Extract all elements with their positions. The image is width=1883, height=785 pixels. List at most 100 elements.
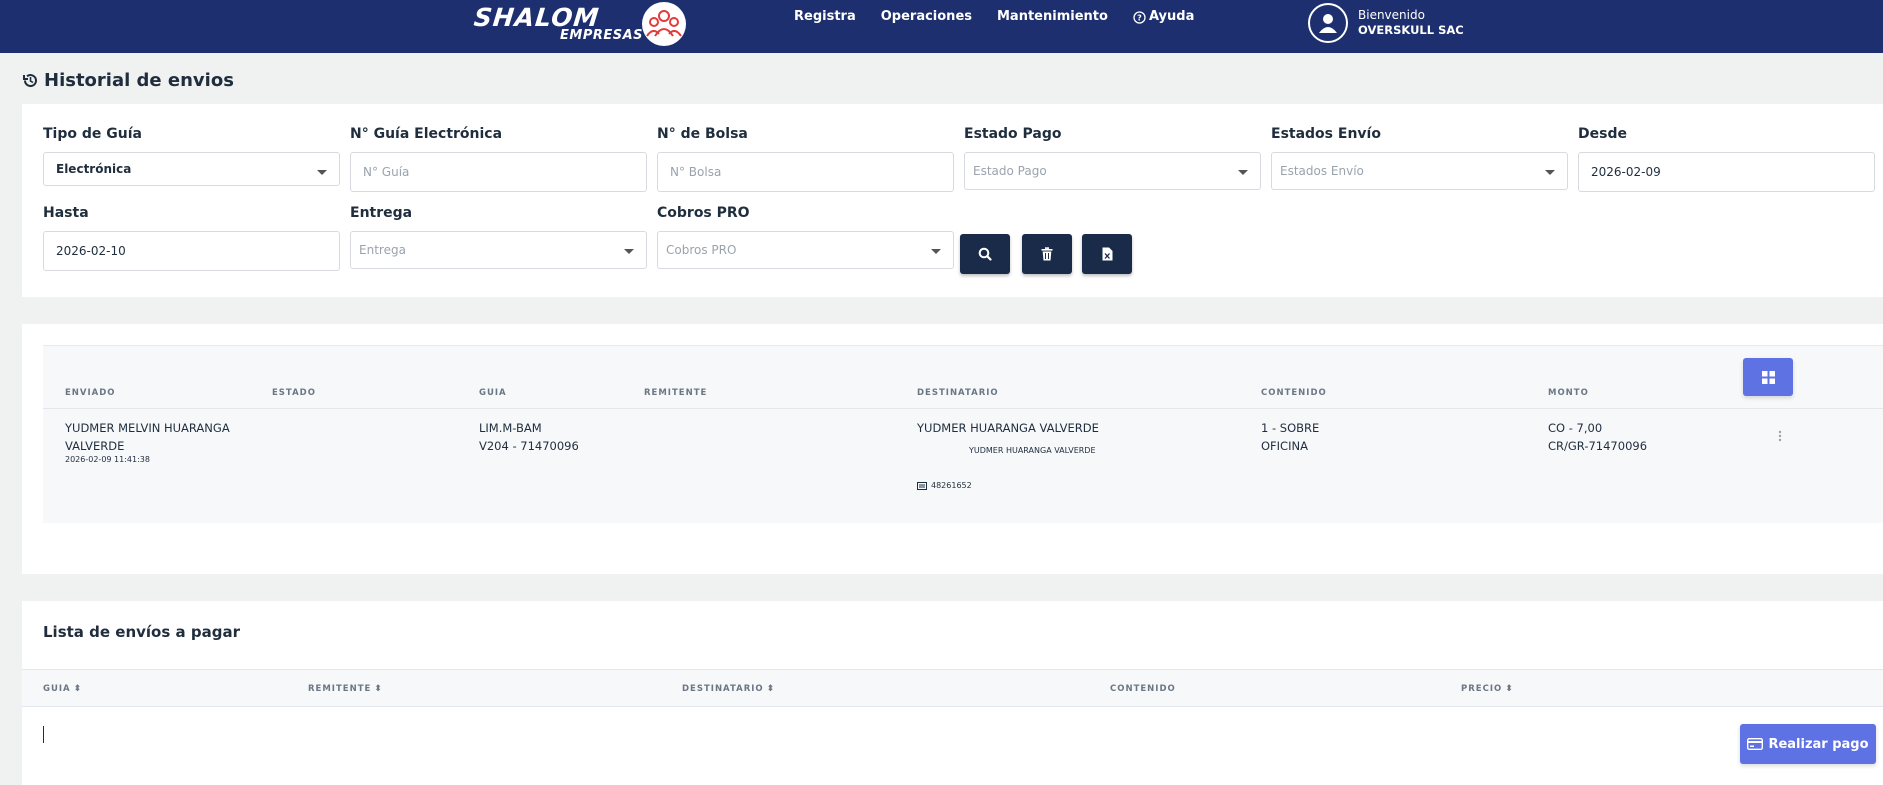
desde-label: Desde: [1578, 126, 1627, 142]
col-remitente: REMITENTE: [644, 388, 708, 398]
user-avatar-icon: [1308, 3, 1348, 43]
destinatario-doc: 48261652: [917, 477, 1099, 495]
nav-registra[interactable]: Registra: [794, 10, 856, 24]
filter-estado-pago: Estado Pago Estado Pago: [964, 126, 1261, 190]
col-pagar-remitente-label: REMITENTE: [308, 684, 372, 694]
nav-links: Registra Operaciones Mantenimiento ? Ayu…: [794, 10, 1194, 24]
col-pagar-precio[interactable]: PRECIO ⬍: [1461, 684, 1514, 694]
estado-pago-select[interactable]: Estado Pago: [964, 152, 1261, 190]
nav-ayuda-label: Ayuda: [1148, 9, 1195, 24]
destinatario-sub: YUDMER HUARANGA VALVERDE: [969, 446, 1096, 455]
tipo-guia-label: Tipo de Guía: [43, 126, 142, 142]
search-button[interactable]: [960, 234, 1010, 274]
monto-line2: CR/GR-71470096: [1548, 439, 1648, 453]
grid-view-button[interactable]: [1743, 358, 1793, 396]
enviado-name-line1: YUDMER MELVIN HUARANGA: [65, 421, 230, 435]
clear-button[interactable]: [1022, 234, 1072, 274]
filter-hasta: Hasta 2026-02-10: [43, 205, 340, 271]
col-pagar-guia-label: GUIA: [43, 684, 71, 694]
top-navbar: SHALOM EMPRESAS Registra Operaciones Man…: [0, 0, 1883, 53]
entrega-label: Entrega: [350, 205, 413, 221]
entrega-select[interactable]: Entrega: [350, 231, 647, 269]
estados-envio-label: Estados Envío: [1271, 126, 1381, 142]
pagar-title: Lista de envíos a pagar: [43, 623, 240, 641]
realizar-pago-label: Realizar pago: [1768, 736, 1869, 752]
contenido-line1: 1 - SOBRE: [1261, 421, 1320, 435]
people-logo-icon: [642, 2, 686, 46]
col-destinatario: DESTINATARIO: [917, 388, 999, 398]
pagar-table-header: GUIA ⬍ REMITENTE ⬍ DESTINATARIO ⬍ CONTEN…: [22, 669, 1883, 707]
hasta-date-input[interactable]: 2026-02-10: [43, 231, 340, 271]
user-menu[interactable]: Bienvenido OVERSKULL SAC: [1308, 3, 1464, 43]
col-monto: MONTO: [1548, 388, 1589, 398]
tipo-guia-select[interactable]: Electrónica: [43, 152, 340, 186]
shalom-logo[interactable]: SHALOM EMPRESAS: [472, 2, 689, 48]
col-pagar-contenido-label: CONTENIDO: [1110, 684, 1176, 694]
history-icon: [23, 74, 37, 88]
nav-ayuda[interactable]: ? Ayuda: [1133, 10, 1194, 24]
bolsa-label: N° de Bolsa: [657, 126, 748, 142]
envios-card: ENVIADO ESTADO GUIA REMITENTE DESTINATAR…: [22, 324, 1883, 574]
trash-icon: [1041, 247, 1053, 261]
page-title-text: Historial de envios: [44, 70, 234, 91]
guia-line2: V204 - 71470096: [479, 439, 579, 453]
user-info: Bienvenido OVERSKULL SAC: [1358, 8, 1464, 38]
grid-icon: [1761, 370, 1775, 384]
page-title: Historial de envios: [22, 70, 234, 91]
filter-bolsa: N° de Bolsa N° Bolsa: [657, 126, 954, 192]
welcome-text: Bienvenido: [1358, 8, 1425, 22]
estados-envio-select[interactable]: Estados Envío: [1271, 152, 1568, 190]
enviado-date: 2026-02-09 11:41:38: [65, 455, 150, 464]
filter-tipo-guia: Tipo de Guía Electrónica: [43, 126, 340, 186]
destinatario-doc-number: 48261652: [931, 481, 972, 490]
filter-guia-electronica: N° Guía Electrónica N° Guía: [350, 126, 647, 192]
hasta-label: Hasta: [43, 205, 89, 221]
cell-guia: LIM.M-BAM V204 - 71470096: [479, 419, 579, 455]
guia-electronica-input[interactable]: N° Guía: [350, 152, 647, 192]
col-estado: ESTADO: [272, 388, 316, 398]
row-actions-kebab-icon[interactable]: [1778, 430, 1782, 442]
text-cursor: [43, 726, 44, 743]
id-card-icon: [917, 482, 927, 490]
estado-pago-label: Estado Pago: [964, 126, 1062, 142]
col-pagar-remitente[interactable]: REMITENTE ⬍: [308, 684, 383, 694]
sort-icon: ⬍: [374, 684, 383, 694]
cell-enviado: YUDMER MELVIN HUARANGA VALVERDE 2026-02-…: [65, 419, 230, 465]
nav-operaciones[interactable]: Operaciones: [881, 10, 972, 24]
sort-icon: ⬍: [766, 684, 776, 694]
filter-entrega: Entrega Entrega: [350, 205, 647, 269]
bolsa-input[interactable]: N° Bolsa: [657, 152, 954, 192]
guia-line1: LIM.M-BAM: [479, 421, 542, 435]
envios-table: ENVIADO ESTADO GUIA REMITENTE DESTINATAR…: [43, 345, 1883, 523]
export-excel-button[interactable]: [1082, 234, 1132, 274]
cobros-pro-select[interactable]: Cobros PRO: [657, 231, 954, 269]
cell-destinatario: YUDMER HUARANGA VALVERDE YUDMER HUARANGA…: [917, 419, 1099, 495]
company-name: OVERSKULL SAC: [1358, 23, 1464, 37]
nav-mantenimiento[interactable]: Mantenimiento: [997, 10, 1108, 24]
search-icon: [978, 247, 992, 261]
realizar-pago-button[interactable]: Realizar pago: [1740, 724, 1876, 764]
col-pagar-precio-label: PRECIO: [1461, 684, 1503, 694]
filters-card: Tipo de Guía Electrónica N° Guía Electró…: [22, 104, 1883, 297]
sort-icon: ⬍: [73, 684, 83, 694]
col-enviado: ENVIADO: [65, 388, 116, 398]
desde-date-input[interactable]: 2026-02-09: [1578, 152, 1875, 192]
cobros-pro-label: Cobros PRO: [657, 205, 750, 221]
col-pagar-guia[interactable]: GUIA ⬍: [43, 684, 82, 694]
col-pagar-contenido: CONTENIDO: [1110, 684, 1176, 694]
cell-monto: CO - 7,00 CR/GR-71470096: [1548, 419, 1647, 455]
col-pagar-destinatario[interactable]: DESTINATARIO ⬍: [682, 684, 775, 694]
cell-contenido: 1 - SOBRE OFICINA: [1261, 419, 1319, 455]
filter-estados-envio: Estados Envío Estados Envío: [1271, 126, 1568, 190]
excel-file-icon: [1102, 247, 1112, 261]
col-contenido: CONTENIDO: [1261, 388, 1327, 398]
filter-desde: Desde 2026-02-09: [1578, 126, 1875, 192]
contenido-line2: OFICINA: [1261, 439, 1308, 453]
help-icon: ?: [1133, 10, 1146, 24]
enviado-name-line2: VALVERDE: [65, 439, 125, 453]
filter-cobros-pro: Cobros PRO Cobros PRO: [657, 205, 954, 269]
table-divider: [43, 408, 1883, 409]
credit-card-icon: [1747, 738, 1764, 750]
svg-text:?: ?: [1137, 13, 1142, 22]
monto-line1: CO - 7,00: [1548, 421, 1603, 435]
